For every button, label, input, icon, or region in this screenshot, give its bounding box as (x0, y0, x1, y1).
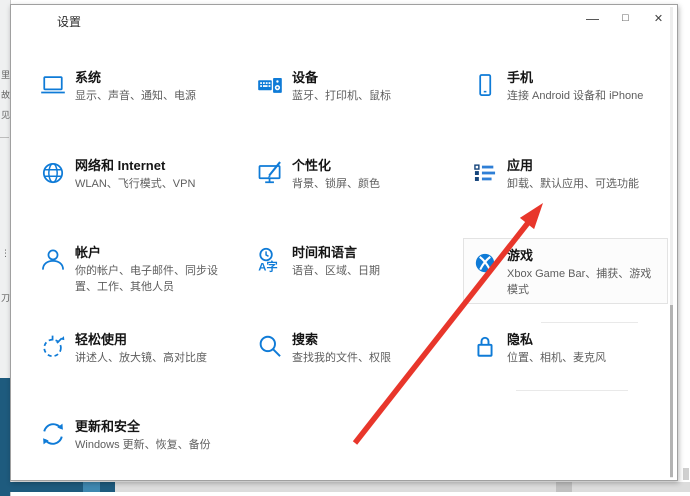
tile-apps[interactable]: 应用 卸载、默认应用、可选功能 (471, 157, 639, 192)
tile-system[interactable]: 系统 显示、声音、通知、电源 (39, 69, 196, 104)
person-icon (39, 246, 67, 274)
background-taskbar-highlight (83, 482, 100, 492)
tile-subtitle: 卸载、默认应用、可选功能 (507, 176, 639, 192)
keyboard-speaker-icon (256, 71, 284, 99)
tile-devices[interactable]: 设备 蓝牙、打印机、鼠标 (256, 69, 391, 104)
clipped-text-fragment: 故 (1, 90, 10, 100)
tile-subtitle: Xbox Game Bar、捕获、游戏模式 (507, 266, 659, 298)
tile-subtitle: Windows 更新、恢复、备份 (75, 437, 211, 453)
tile-subtitle: 语音、区域、日期 (292, 263, 380, 279)
background-taskbar-gray (115, 482, 690, 492)
vertical-scrollbar-thumb[interactable] (670, 305, 673, 477)
tile-subtitle: 连接 Android 设备和 iPhone (507, 88, 643, 104)
titlebar[interactable]: 设置 — □ ✕ (11, 5, 677, 35)
window-controls: — □ ✕ (576, 5, 675, 31)
clock-language-icon: A字 (256, 246, 284, 274)
tile-update-security[interactable]: 更新和安全 Windows 更新、恢复、备份 (39, 418, 211, 453)
tile-title: 设备 (292, 69, 391, 86)
divider (0, 137, 9, 138)
tile-title: 应用 (507, 157, 639, 174)
tile-title: 时间和语言 (292, 244, 380, 261)
tile-subtitle: 背景、锁屏、颜色 (292, 176, 380, 192)
xbox-icon (471, 249, 499, 277)
faint-divider (541, 322, 638, 323)
window-title: 设置 (57, 13, 81, 30)
tile-title: 更新和安全 (75, 418, 211, 435)
tile-subtitle: 讲述人、放大镜、高对比度 (75, 350, 207, 366)
phone-icon (471, 71, 499, 99)
tile-title: 个性化 (292, 157, 380, 174)
background-corner-fragment (683, 468, 689, 480)
app-list-icon (471, 159, 499, 187)
tile-title: 隐私 (507, 331, 606, 348)
tile-title: 系统 (75, 69, 196, 86)
monitor-brush-icon (256, 159, 284, 187)
tile-title: 轻松使用 (75, 331, 207, 348)
clipped-text-fragment: 见 (1, 110, 10, 120)
clipped-text-fragment: ⋮ (1, 248, 10, 258)
clipped-text-fragment: 刀 (1, 293, 10, 303)
tile-privacy[interactable]: 隐私 位置、相机、麦克风 (471, 331, 606, 366)
search-icon (256, 333, 284, 361)
svg-text:A字: A字 (258, 260, 278, 274)
tile-ease-of-access[interactable]: 轻松使用 讲述人、放大镜、高对比度 (39, 331, 207, 366)
tile-gaming[interactable]: 游戏 Xbox Game Bar、捕获、游戏模式 (471, 247, 659, 298)
background-scrollbar-thumb[interactable] (556, 482, 572, 492)
tile-subtitle: 显示、声音、通知、电源 (75, 88, 196, 104)
tile-title: 手机 (507, 69, 643, 86)
tile-subtitle: 位置、相机、麦克风 (507, 350, 606, 366)
tile-title: 帐户 (75, 244, 237, 261)
background-window-blue-panel (0, 378, 10, 496)
tile-subtitle: 蓝牙、打印机、鼠标 (292, 88, 391, 104)
tile-title: 搜索 (292, 331, 391, 348)
tile-phone[interactable]: 手机 连接 Android 设备和 iPhone (471, 69, 643, 104)
tile-network[interactable]: 网络和 Internet WLAN、飞行模式、VPN (39, 157, 195, 192)
tile-subtitle: 查找我的文件、权限 (292, 350, 391, 366)
tile-search[interactable]: 搜索 查找我的文件、权限 (256, 331, 391, 366)
clipped-text-fragment: 里 (1, 70, 10, 80)
tile-subtitle: WLAN、飞行模式、VPN (75, 176, 195, 192)
minimize-button[interactable]: — (576, 5, 609, 31)
tile-personalization[interactable]: 个性化 背景、锁屏、颜色 (256, 157, 380, 192)
maximize-button[interactable]: □ (609, 5, 642, 31)
faint-divider (516, 390, 628, 391)
ease-of-access-icon (39, 333, 67, 361)
tile-subtitle: 你的帐户、电子邮件、同步设置、工作、其他人员 (75, 263, 237, 295)
tile-title: 游戏 (507, 247, 659, 264)
tile-title: 网络和 Internet (75, 157, 195, 174)
tile-accounts[interactable]: 帐户 你的帐户、电子邮件、同步设置、工作、其他人员 (39, 244, 237, 295)
tile-time-language[interactable]: A字 时间和语言 语音、区域、日期 (256, 244, 380, 279)
lock-icon (471, 333, 499, 361)
globe-icon (39, 159, 67, 187)
laptop-icon (39, 71, 67, 99)
settings-window: 设置 — □ ✕ 系统 显示、声音、通知、电源 (10, 4, 678, 481)
sync-icon (39, 420, 67, 448)
